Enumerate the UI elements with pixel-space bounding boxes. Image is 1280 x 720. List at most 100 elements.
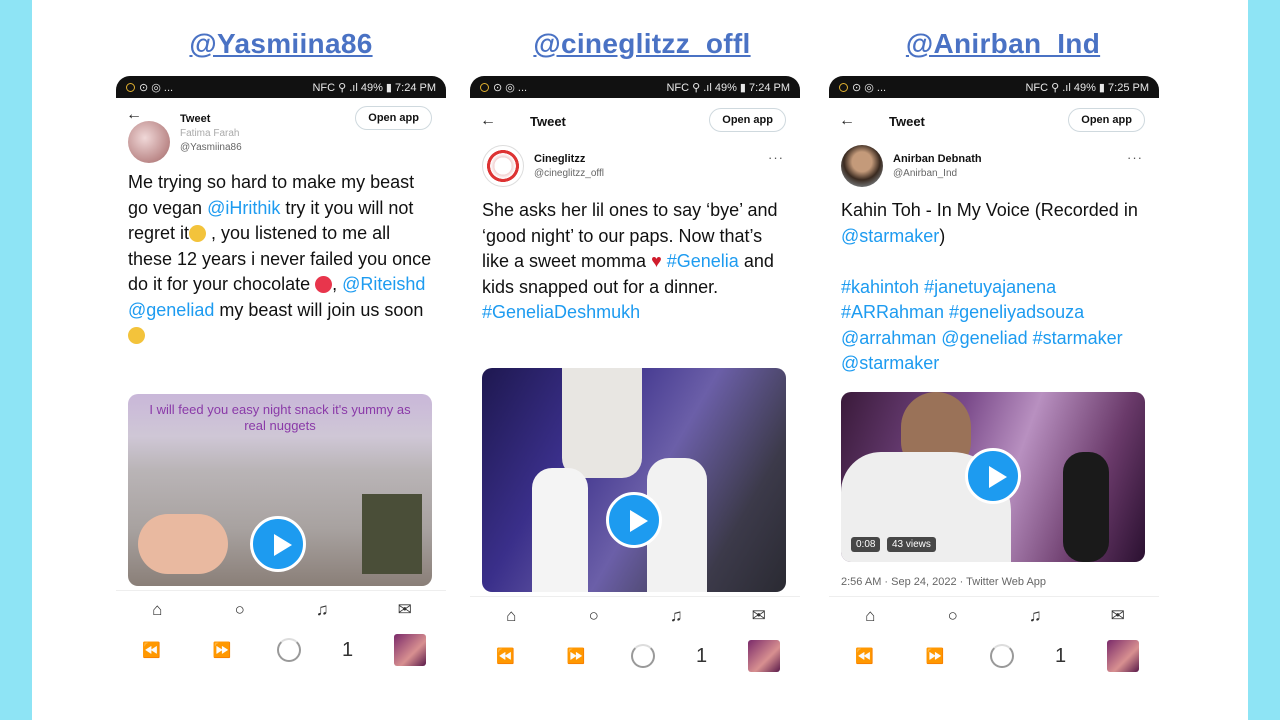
- tweet-timestamp: 2:56 AM · Sep 24, 2022 · Twitter Web App: [841, 576, 1047, 588]
- play-button-icon[interactable]: [250, 516, 306, 572]
- panel-handle[interactable]: @Anirban_Ind: [833, 28, 1173, 60]
- tab-thumbnail[interactable]: [1106, 640, 1139, 672]
- video-guitar-shape: [1063, 452, 1109, 562]
- tweet-link[interactable]: @Riteishd: [342, 274, 425, 294]
- status-bar: ⊙ ◎ ... NFC ⚲ .ıl 49% ▮ 7:25 PM: [829, 76, 1159, 98]
- tab-count[interactable]: 1: [342, 639, 353, 662]
- bell-icon[interactable]: ♫: [310, 600, 334, 620]
- browser-bar: ⏪ ⏩ 1: [116, 630, 446, 670]
- avatar[interactable]: [128, 121, 170, 163]
- right-border-strip: [1248, 0, 1280, 720]
- phone-screen: ⊙ ◎ ... NFC ⚲ .ıl 49% ▮ 7:24 PM ← Open a…: [116, 76, 446, 688]
- video-views: 43 views: [887, 537, 936, 552]
- tweet-video[interactable]: 0:08 43 views: [841, 392, 1145, 562]
- author-name: Anirban Debnath: [893, 153, 982, 165]
- play-button-icon[interactable]: [606, 492, 662, 548]
- author-handle[interactable]: @Anirban_Ind: [893, 168, 982, 179]
- more-options-icon[interactable]: ···: [768, 150, 784, 165]
- phone-screen: ⊙ ◎ ... NFC ⚲ .ıl 49% ▮ 7:24 PM ← Tweet …: [470, 76, 800, 688]
- search-icon[interactable]: ○: [228, 600, 252, 620]
- bottom-nav: ⌂ ○ ♫ ✉: [829, 596, 1159, 635]
- author-display-name: Fatima Farah: [180, 128, 240, 139]
- bottom-nav: ⌂ ○ ♫ ✉: [116, 590, 446, 629]
- mail-icon[interactable]: ✉: [393, 600, 417, 620]
- tweet-text-segment: ): [939, 225, 946, 246]
- screenshot-panel-3: @Anirban_Ind ⊙ ◎ ... NFC ⚲ .ıl 49% ▮ 7:2…: [829, 0, 1169, 720]
- rewind-icon[interactable]: ⏪: [490, 647, 520, 665]
- forward-icon[interactable]: ⏩: [207, 641, 237, 659]
- tweet-video[interactable]: I will feed you easy night snack it's yu…: [128, 394, 432, 586]
- tweet-link[interactable]: @geneliad: [128, 300, 214, 320]
- status-bar: ⊙ ◎ ... NFC ⚲ .ıl 49% ▮ 7:24 PM: [116, 76, 446, 98]
- author-handle[interactable]: @cineglitzz_offl: [534, 168, 604, 179]
- tweet-text-segment: ,: [332, 274, 343, 294]
- more-options-icon[interactable]: ···: [1127, 150, 1143, 165]
- status-right: NFC ⚲ .ıl 49% ▮ 7:24 PM: [312, 81, 436, 94]
- status-right: NFC ⚲ .ıl 49% ▮ 7:25 PM: [1025, 81, 1149, 94]
- video-caption: I will feed you easy night snack it's yu…: [149, 402, 411, 433]
- tweet-author[interactable]: Tweet Fatima Farah @Yasmiina86: [116, 113, 446, 164]
- loading-spinner-icon: [277, 638, 302, 662]
- video-duration: 0:08: [851, 537, 881, 552]
- loading-spinner-icon: [990, 644, 1015, 668]
- emoji-icon: [315, 276, 333, 293]
- mail-icon[interactable]: ✉: [747, 606, 771, 626]
- tweet-link[interactable]: @starmaker: [841, 226, 939, 246]
- tweet-title: Tweet: [889, 113, 925, 129]
- home-icon[interactable]: ⌂: [858, 606, 882, 626]
- video-child-shape: [532, 468, 588, 592]
- tweet-link[interactable]: @iHrithik: [207, 198, 280, 218]
- notification-icon: [839, 82, 848, 92]
- status-bar: ⊙ ◎ ... NFC ⚲ .ıl 49% ▮ 7:24 PM: [470, 76, 800, 98]
- rewind-icon[interactable]: ⏪: [849, 647, 879, 665]
- author-name: Cineglitzz: [534, 153, 586, 165]
- heart-emoji-icon: ♥: [651, 251, 662, 271]
- tweet-text: Kahin Toh - In My Voice (Recorded in @st…: [829, 188, 1159, 377]
- tweet-text-segment: Kahin Toh - In My Voice (Recorded in: [841, 200, 1138, 220]
- bell-icon[interactable]: ♫: [664, 606, 688, 626]
- browser-bar: ⏪ ⏩ 1: [470, 636, 800, 676]
- tweet-title: Tweet: [530, 113, 566, 129]
- video-person-shape: [562, 368, 642, 478]
- home-icon[interactable]: ⌂: [499, 606, 523, 626]
- back-arrow-icon[interactable]: ←: [839, 112, 867, 130]
- tab-thumbnail[interactable]: [393, 634, 426, 666]
- tab-thumbnail[interactable]: [747, 640, 780, 672]
- open-app-button[interactable]: Open app: [1068, 108, 1145, 132]
- home-icon[interactable]: ⌂: [145, 600, 169, 620]
- mail-icon[interactable]: ✉: [1106, 606, 1130, 626]
- search-icon[interactable]: ○: [941, 606, 965, 626]
- screenshot-panel-1: @Yasmiina86 ⊙ ◎ ... NFC ⚲ .ıl 49% ▮ 7:24…: [116, 0, 456, 720]
- notification-icon: [126, 82, 135, 92]
- tweet-text-segment: my beast will join us soon: [214, 299, 424, 320]
- tweet-author[interactable]: Cineglitzz @cineglitzz_offl ···: [470, 144, 800, 188]
- phone-screen: ⊙ ◎ ... NFC ⚲ .ıl 49% ▮ 7:25 PM ← Tweet …: [829, 76, 1159, 688]
- open-app-button[interactable]: Open app: [709, 108, 786, 132]
- emoji-icon: [128, 327, 145, 344]
- avatar[interactable]: [482, 145, 524, 187]
- tweet-author[interactable]: Anirban Debnath @Anirban_Ind ···: [829, 144, 1159, 188]
- back-arrow-icon[interactable]: ←: [480, 112, 508, 130]
- left-border-strip: [0, 0, 32, 720]
- tweet-video[interactable]: [482, 368, 786, 592]
- forward-icon[interactable]: ⏩: [561, 647, 591, 665]
- tab-count[interactable]: 1: [1055, 645, 1066, 668]
- avatar[interactable]: [841, 145, 883, 187]
- rewind-icon[interactable]: ⏪: [136, 641, 166, 659]
- tweet-link[interactable]: #GeneliaDeshmukh: [482, 302, 640, 322]
- play-button-icon[interactable]: [965, 448, 1021, 504]
- author-handle[interactable]: @Yasmiina86: [180, 142, 242, 153]
- bell-icon[interactable]: ♫: [1023, 606, 1047, 626]
- status-left: ⊙ ◎ ...: [493, 81, 528, 94]
- tab-count[interactable]: 1: [696, 645, 707, 668]
- tweet-link[interactable]: #Genelia: [667, 251, 739, 271]
- status-left: ⊙ ◎ ...: [139, 81, 174, 94]
- search-icon[interactable]: ○: [582, 606, 606, 626]
- panel-handle[interactable]: @Yasmiina86: [111, 28, 451, 60]
- panel-handle[interactable]: @cineglitzz_offl: [472, 28, 812, 60]
- tweet-link[interactable]: #kahintoh #janetuyajanena #ARRahman #gen…: [841, 277, 1123, 374]
- notification-icon: [480, 82, 489, 92]
- status-right: NFC ⚲ .ıl 49% ▮ 7:24 PM: [666, 81, 790, 94]
- forward-icon[interactable]: ⏩: [920, 647, 950, 665]
- loading-spinner-icon: [631, 644, 656, 668]
